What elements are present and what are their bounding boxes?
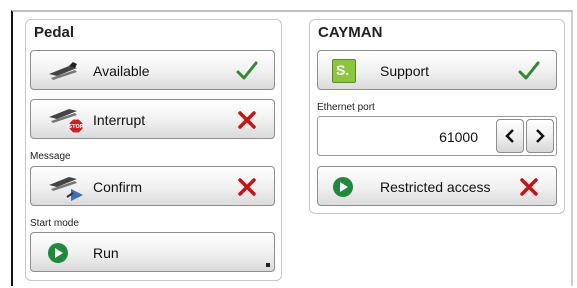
check-icon bbox=[234, 58, 260, 84]
confirm-label: Confirm bbox=[93, 179, 143, 195]
support-icon: S. bbox=[332, 59, 356, 83]
run-dropdown[interactable]: Run bbox=[30, 232, 275, 272]
start-mode-label: Start mode bbox=[30, 218, 79, 229]
restricted-access-label: Restricted access bbox=[380, 179, 491, 195]
cayman-panel: CAYMAN S. Support Ethernet port 61000 Re… bbox=[309, 19, 565, 214]
ethernet-port-field[interactable]: 61000 bbox=[317, 116, 557, 156]
svg-text:STOP: STOP bbox=[69, 124, 84, 130]
port-increment-button[interactable] bbox=[526, 119, 554, 153]
cross-icon bbox=[234, 174, 260, 200]
interrupt-button[interactable]: STOP Interrupt bbox=[30, 99, 275, 139]
pedal-panel-title: Pedal bbox=[34, 24, 75, 41]
support-label: Support bbox=[380, 63, 430, 79]
pedal-stop-icon: STOP bbox=[47, 105, 87, 142]
play-circle-icon bbox=[47, 242, 69, 269]
ethernet-port-label: Ethernet port bbox=[317, 102, 375, 113]
play-circle-icon bbox=[332, 176, 354, 203]
cayman-panel-title: CAYMAN bbox=[318, 24, 383, 41]
interrupt-label: Interrupt bbox=[93, 112, 146, 128]
support-button[interactable]: S. Support bbox=[317, 50, 557, 90]
chevron-left-icon bbox=[505, 129, 514, 143]
pedal-icon bbox=[47, 60, 81, 87]
pedal-confirm-icon bbox=[47, 173, 87, 208]
dropdown-indicator-icon bbox=[266, 263, 270, 267]
support-badge: S. bbox=[336, 62, 350, 78]
chevron-right-icon bbox=[536, 129, 545, 143]
cross-icon bbox=[234, 107, 260, 133]
ethernet-port-value: 61000 bbox=[439, 129, 478, 145]
available-label: Available bbox=[93, 63, 150, 79]
pedal-panel: Pedal Available STOP Interrupt Message C… bbox=[25, 19, 282, 281]
check-icon bbox=[516, 58, 542, 84]
available-button[interactable]: Available bbox=[30, 50, 275, 90]
message-label: Message bbox=[30, 151, 71, 162]
port-decrement-button[interactable] bbox=[496, 119, 524, 153]
run-label: Run bbox=[93, 245, 119, 261]
confirm-button[interactable]: Confirm bbox=[30, 166, 275, 206]
restricted-access-button[interactable]: Restricted access bbox=[317, 166, 557, 206]
cross-icon bbox=[516, 174, 542, 200]
